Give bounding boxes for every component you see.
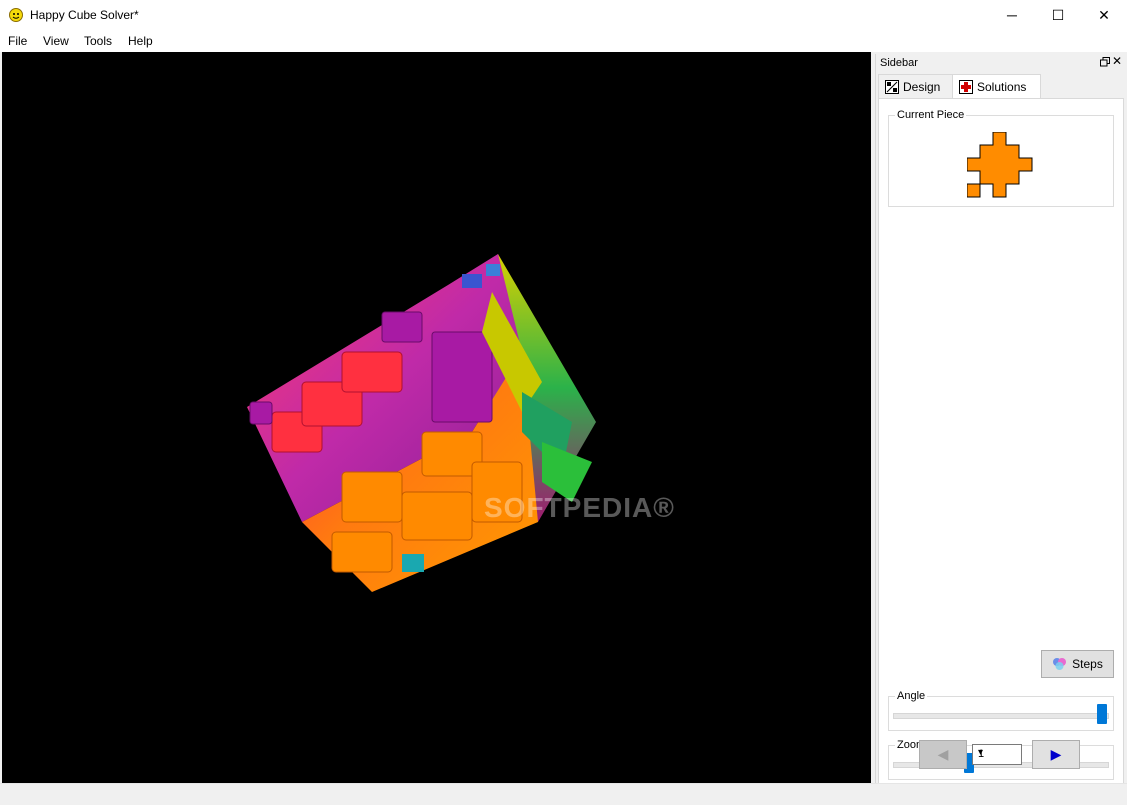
angle-group: Angle (888, 690, 1114, 731)
sidebar-close-icon[interactable]: ✕ (1112, 54, 1122, 68)
angle-slider-track[interactable] (893, 713, 1109, 719)
maximize-icon: ☐ (1051, 6, 1065, 23)
design-icon (885, 79, 899, 94)
maximize-button[interactable]: ☐ (1035, 0, 1081, 30)
current-piece-preview (967, 132, 1033, 198)
next-solution-button[interactable]: ▶ (1032, 740, 1080, 769)
sidebar-title: Sidebar (880, 57, 918, 69)
menu-help[interactable]: Help (128, 34, 153, 48)
close-button[interactable]: ✕ (1081, 0, 1127, 30)
happy-cube-render[interactable]: SOFTPEDIA® (2, 52, 871, 783)
angle-label: Angle (895, 690, 928, 702)
steps-label: Steps (1072, 657, 1103, 671)
happy-cube-app-icon (9, 8, 23, 22)
arrow-right-icon: ▶ (1050, 746, 1062, 762)
arrow-left-icon: ◀ (937, 746, 949, 762)
steps-icon (1053, 658, 1067, 670)
tab-design[interactable]: Design (878, 74, 954, 98)
solutions-panel: Current Piece Steps Angle Zoom (878, 98, 1124, 784)
angle-slider-thumb[interactable] (1097, 704, 1107, 724)
title-bar: Happy Cube Solver* ─ ☐ ✕ (0, 0, 1127, 30)
status-bar (0, 783, 1127, 805)
menu-view[interactable]: View (43, 34, 69, 48)
close-icon: ✕ (1098, 6, 1110, 23)
tab-design-label: Design (903, 79, 941, 94)
chevron-down-icon: ▾ (978, 747, 984, 758)
tab-solutions[interactable]: Solutions (952, 74, 1041, 99)
solution-number-select[interactable]: 1 ▾ (972, 744, 1022, 765)
current-piece-label: Current Piece (895, 109, 967, 121)
tab-solutions-label: Solutions (977, 80, 1027, 94)
softpedia-watermark: SOFTPEDIA® (484, 492, 675, 523)
minimize-icon: ─ (1007, 7, 1017, 23)
steps-button[interactable]: Steps (1041, 650, 1114, 678)
current-piece-group: Current Piece (888, 109, 1114, 207)
cube-3d-viewport[interactable]: SOFTPEDIA® (2, 52, 871, 783)
menu-file[interactable]: File (8, 34, 27, 48)
minimize-button[interactable]: ─ (989, 0, 1035, 30)
menu-bar: File View Tools Help (0, 30, 1127, 52)
previous-solution-button[interactable]: ◀ (919, 740, 967, 769)
menu-tools[interactable]: Tools (84, 34, 112, 48)
sidebar-panel: Sidebar ✕ Design Solutions Current Piece (875, 54, 1126, 784)
solutions-icon (959, 80, 973, 94)
window-title: Happy Cube Solver* (30, 8, 139, 22)
float-dock-icon[interactable] (1100, 57, 1110, 67)
